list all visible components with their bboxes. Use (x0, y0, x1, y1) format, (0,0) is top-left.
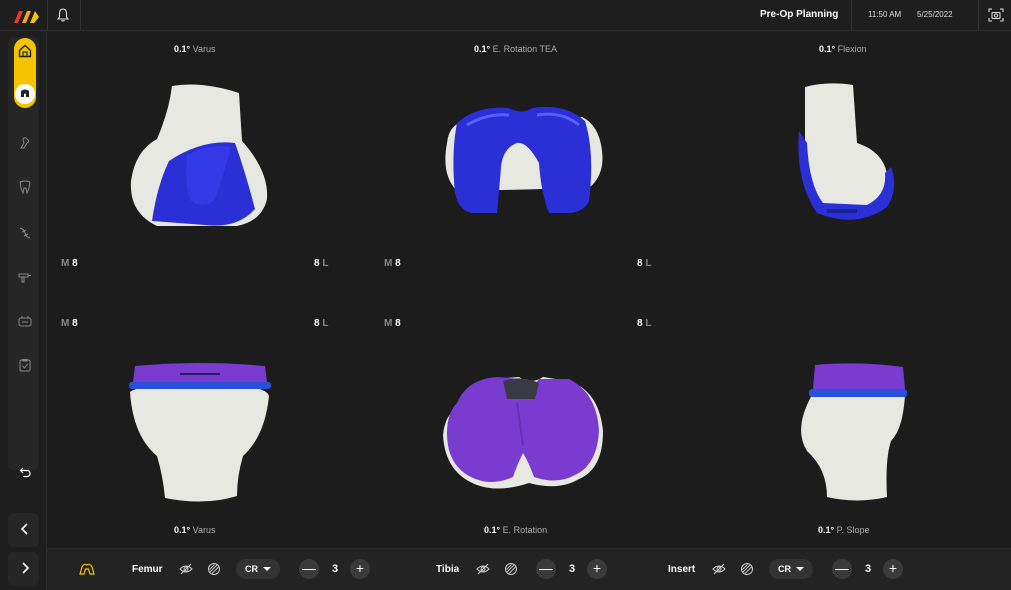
logo-icon (14, 11, 39, 23)
ligament-icon[interactable] (18, 226, 32, 240)
insert-size-value: 3 (864, 563, 872, 575)
bell-icon[interactable] (57, 8, 69, 22)
insert-size-decrease-button[interactable]: — (832, 559, 852, 579)
top-bar: Pre-Op Planning 11:50 AM 5/25/2022 (0, 0, 1011, 31)
femur-axial-model[interactable] (437, 93, 607, 218)
chevron-down-icon (263, 567, 271, 571)
femur-coronal-model[interactable] (127, 81, 272, 231)
sidebar (0, 31, 47, 590)
opacity-icon[interactable] (740, 562, 754, 576)
femur-type-select[interactable]: CR (236, 559, 280, 579)
medial-marker: M 8 (61, 318, 78, 329)
eye-off-icon[interactable] (712, 562, 726, 576)
undo-button[interactable] (8, 436, 39, 470)
lateral-marker: 8 L (314, 258, 329, 269)
lateral-marker: 8 L (637, 318, 652, 329)
tibia-coronal-model[interactable] (125, 356, 275, 506)
medial-marker: M 8 (61, 258, 78, 269)
tibia-sagittal-model[interactable] (787, 359, 912, 504)
clock-time: 11:50 AM (868, 10, 902, 19)
planning-viewport[interactable]: 0.1° Varus 0.1° E. Rotation TEA 0.1° Fle… (47, 31, 1011, 548)
camera-icon[interactable] (988, 8, 1004, 22)
tibia-axial-measurement: 0.1° E. Rotation (484, 525, 548, 535)
home-icon[interactable] (18, 44, 32, 58)
femur-coronal-measurement: 0.1° Varus (174, 44, 216, 54)
knee-implant-icon[interactable] (79, 562, 95, 576)
drill-icon[interactable] (18, 270, 32, 284)
tibia-label: Tibia (436, 564, 460, 575)
implant-view-button[interactable] (15, 84, 35, 104)
implant-toolbar: Femur CR — 3 + Tibia — 3 + Insert CR — 3 (47, 548, 1011, 590)
insert-label: Insert (668, 564, 696, 575)
tibia-size-increase-button[interactable]: + (587, 559, 607, 579)
tibia-size-value: 3 (568, 563, 576, 575)
femur-label: Femur (132, 564, 163, 575)
tibia-size-decrease-button[interactable]: — (536, 559, 556, 579)
insert-size-increase-button[interactable]: + (883, 559, 903, 579)
femur-sagittal-model[interactable] (787, 81, 907, 231)
tibia-sagittal-measurement: 0.1° P. Slope (818, 525, 870, 535)
opacity-icon[interactable] (207, 562, 221, 576)
medial-marker: M 8 (384, 258, 401, 269)
tibia-axial-model[interactable] (439, 373, 607, 493)
undo-icon (19, 467, 31, 478)
bone-icon[interactable] (18, 136, 32, 150)
implant-icon (21, 89, 29, 97)
current-date: 5/25/2022 (917, 10, 953, 19)
eye-off-icon[interactable] (179, 562, 193, 576)
checklist-icon[interactable] (18, 358, 32, 372)
tooth-icon[interactable] (18, 180, 32, 194)
opacity-icon[interactable] (504, 562, 518, 576)
chevron-left-icon (20, 523, 28, 535)
femur-size-increase-button[interactable]: + (350, 559, 370, 579)
page-title: Pre-Op Planning (760, 9, 839, 20)
eye-off-icon[interactable] (476, 562, 490, 576)
femur-axial-measurement: 0.1° E. Rotation TEA (474, 44, 558, 54)
femur-sagittal-measurement: 0.1° Flexion (819, 44, 867, 54)
chevron-down-icon (796, 567, 804, 571)
femur-size-decrease-button[interactable]: — (299, 559, 319, 579)
tibia-coronal-measurement: 0.1° Varus (174, 525, 216, 535)
insert-type-select[interactable]: CR (769, 559, 813, 579)
lateral-marker: 8 L (637, 258, 652, 269)
lateral-marker: 8 L (314, 318, 329, 329)
femur-size-value: 3 (331, 563, 339, 575)
balance-icon[interactable] (18, 314, 32, 328)
chevron-right-icon (22, 562, 30, 574)
medial-marker: M 8 (384, 318, 401, 329)
